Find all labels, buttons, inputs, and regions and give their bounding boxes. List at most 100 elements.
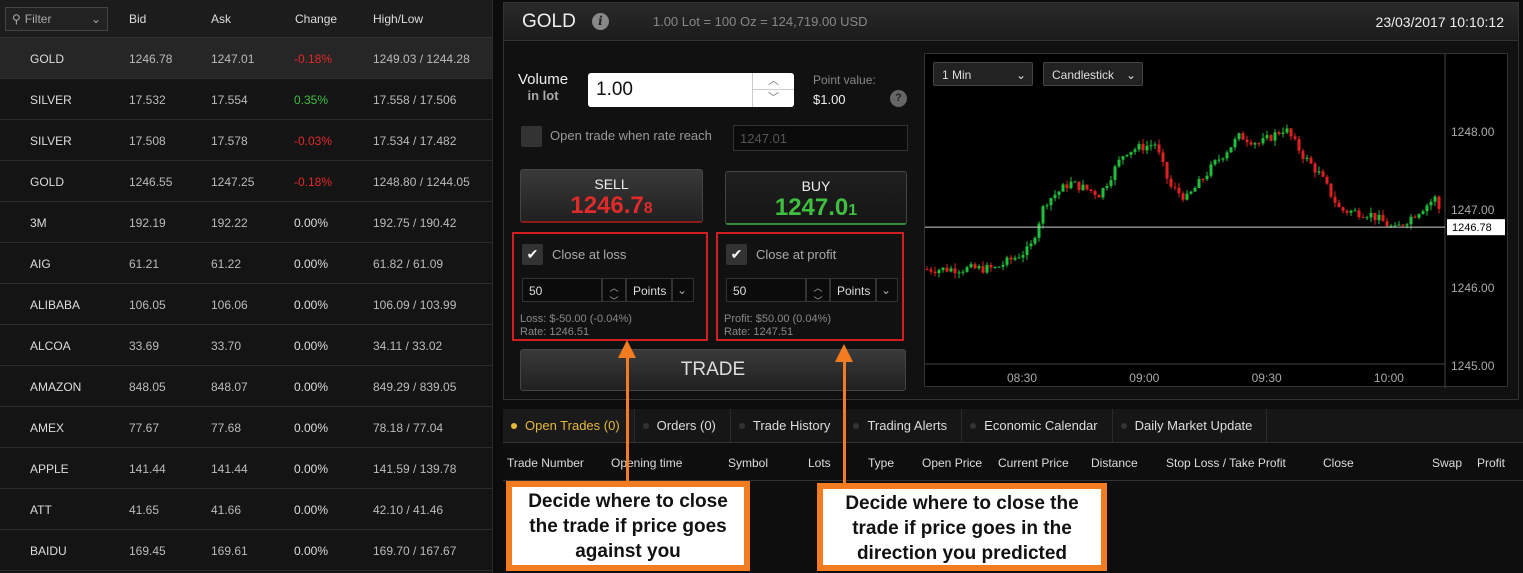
tab-trading-alerts[interactable]: Trading Alerts xyxy=(845,409,963,442)
chevron-down-icon[interactable]: ⌄ xyxy=(672,278,694,302)
watchlist-row[interactable]: 3M 192.19 192.22 0.00% 192.75 / 190.42 xyxy=(0,202,492,243)
candle-up xyxy=(1113,166,1117,181)
watchlist-row[interactable]: GOLD 1246.55 1247.25 -0.18% 1248.80 / 12… xyxy=(0,161,492,202)
help-icon[interactable]: ? xyxy=(890,90,907,107)
tab-open-trades[interactable]: Open Trades (0) xyxy=(503,409,635,442)
col-change[interactable]: Change xyxy=(295,12,337,26)
volume-label: Volume xyxy=(518,71,569,88)
col-header[interactable]: Type xyxy=(868,456,894,470)
profit-unit-select[interactable]: Points xyxy=(830,278,876,302)
watchlist-row[interactable]: AMEX 77.67 77.68 0.00% 78.18 / 77.04 xyxy=(0,407,492,448)
row-change: 0.00% xyxy=(294,462,329,476)
chevron-down-icon[interactable]: ﹀ xyxy=(753,90,794,107)
row-change: 0.00% xyxy=(294,257,329,271)
row-bid: 169.45 xyxy=(129,544,166,558)
buy-button[interactable]: BUY 1247.01 xyxy=(725,171,907,225)
sell-button[interactable]: SELL 1246.78 xyxy=(520,169,703,223)
point-value: $1.00 xyxy=(813,92,846,107)
open-when-rate-input[interactable]: 1247.01 xyxy=(733,125,908,151)
volume-stepper[interactable]: ︿ ﹀ xyxy=(752,73,794,107)
watchlist-row[interactable]: GOLD 1246.78 1247.01 -0.18% 1249.03 / 12… xyxy=(0,38,492,79)
candle-down xyxy=(1077,181,1081,191)
open-when-checkbox[interactable] xyxy=(521,126,542,147)
candle-up xyxy=(1061,184,1065,192)
tab-daily-market-update[interactable]: Daily Market Update xyxy=(1113,409,1268,442)
watchlist-row[interactable]: SILVER 17.508 17.578 -0.03% 17.534 / 17.… xyxy=(0,120,492,161)
candle-up xyxy=(1349,210,1353,213)
col-header[interactable]: Opening time xyxy=(611,456,682,470)
profit-points-input[interactable]: 50 xyxy=(726,278,806,302)
row-ask: 169.61 xyxy=(211,544,248,558)
col-header[interactable]: Current Price xyxy=(998,456,1069,470)
dot-icon xyxy=(853,422,860,429)
loss-points-input[interactable]: 50 xyxy=(522,278,602,302)
tab-label: Trade History xyxy=(752,418,831,433)
candle-up xyxy=(1369,212,1373,218)
close-at-loss-box: ✔ Close at loss 50 ︿ ﹀ Points ⌄ Loss: $-5… xyxy=(512,232,708,341)
watchlist-row[interactable]: AMAZON 848.05 848.07 0.00% 849.29 / 839.… xyxy=(0,366,492,407)
filter-dropdown[interactable]: ⚲ Filter ⌄ xyxy=(5,6,108,31)
open-when-label: Open trade when rate reach xyxy=(550,128,712,143)
profit-stepper[interactable]: ︿ ﹀ xyxy=(806,278,830,306)
dot-icon xyxy=(511,422,517,429)
col-header[interactable]: Profit xyxy=(1477,456,1505,470)
y-tick-label: 1248.00 xyxy=(1451,125,1495,139)
candle-down xyxy=(1245,139,1249,143)
candle-up xyxy=(1153,144,1157,146)
y-tick-label: 1245.00 xyxy=(1451,359,1495,373)
loss-unit-select[interactable]: Points xyxy=(626,278,672,302)
row-change: 0.00% xyxy=(294,544,329,558)
candle-down xyxy=(1357,210,1361,218)
row-symbol: GOLD xyxy=(30,52,65,66)
col-bid[interactable]: Bid xyxy=(129,12,146,26)
watchlist-row[interactable]: ATT 41.65 41.66 0.00% 42.10 / 41.46 xyxy=(0,489,492,530)
chevron-down-icon: ⌄ xyxy=(1125,68,1136,82)
search-icon: ⚲ xyxy=(12,11,21,26)
candle-up xyxy=(1209,164,1213,176)
price-chart[interactable]: 1 Min ⌄ Candlestick ⌄ 1248.00 1247.00 1246.0… xyxy=(924,53,1508,388)
row-ask: 77.68 xyxy=(211,421,242,435)
profit-points-value: 50 xyxy=(733,284,747,298)
watchlist-row[interactable]: BAIDU 169.45 169.61 0.00% 169.70 / 167.6… xyxy=(0,530,492,571)
info-icon[interactable]: i xyxy=(591,13,609,30)
chart-type-select[interactable]: Candlestick ⌄ xyxy=(1043,62,1143,86)
buy-price: 1247.0 xyxy=(774,194,849,221)
loss-stepper[interactable]: ︿ ﹀ xyxy=(602,278,626,306)
tab-trade-history[interactable]: Trade History xyxy=(731,409,846,442)
candle-down xyxy=(1309,157,1313,164)
candle-down xyxy=(933,271,937,274)
chevron-up-icon[interactable]: ︿ xyxy=(753,73,794,90)
row-ask: 1247.25 xyxy=(211,175,255,189)
col-header[interactable]: Trade Number xyxy=(507,456,584,470)
col-header[interactable]: Symbol xyxy=(728,456,768,470)
col-header[interactable]: Lots xyxy=(808,456,831,470)
candle-up xyxy=(1017,257,1021,259)
point-value-label: Point value: xyxy=(813,73,876,87)
watchlist-row[interactable]: AIG 61.21 61.22 0.00% 61.82 / 61.09 xyxy=(0,243,492,284)
col-header[interactable]: Swap xyxy=(1432,456,1462,470)
candle-down xyxy=(1329,183,1333,197)
close-at-loss-checkbox[interactable]: ✔ xyxy=(522,244,543,265)
col-header[interactable]: Distance xyxy=(1091,456,1138,470)
tab-orders[interactable]: Orders (0) xyxy=(635,409,731,442)
timeframe-select[interactable]: 1 Min ⌄ xyxy=(933,62,1033,86)
watchlist-row[interactable]: APPLE 141.44 141.44 0.00% 141.59 / 139.7… xyxy=(0,448,492,489)
close-at-profit-checkbox[interactable]: ✔ xyxy=(726,244,747,265)
volume-input[interactable]: 1.00 ︿ ﹀ xyxy=(588,73,794,107)
tab-economic-calendar[interactable]: Economic Calendar xyxy=(962,409,1113,442)
col-ask[interactable]: Ask xyxy=(211,12,231,26)
col-high-low[interactable]: High/Low xyxy=(373,12,423,26)
row-symbol: 3M xyxy=(30,216,47,230)
chevron-down-icon[interactable]: ⌄ xyxy=(876,278,898,302)
col-header[interactable]: Stop Loss / Take Profit xyxy=(1166,456,1286,470)
watchlist-row[interactable]: ALIBABA 106.05 106.06 0.00% 106.09 / 103… xyxy=(0,284,492,325)
candle-up xyxy=(1125,154,1129,157)
watchlist-row[interactable]: SILVER 17.532 17.554 0.35% 17.558 / 17.5… xyxy=(0,79,492,120)
col-header[interactable]: Open Price xyxy=(922,456,982,470)
sell-label: SELL xyxy=(594,176,629,192)
profit-info: Profit: $50.00 (0.04%) xyxy=(724,313,832,325)
row-high-low: 106.09 / 103.99 xyxy=(373,298,457,312)
col-header[interactable]: Close xyxy=(1323,456,1354,470)
callout-loss: Decide where to close the trade if price… xyxy=(506,481,750,571)
watchlist-row[interactable]: ALCOA 33.69 33.70 0.00% 34.11 / 33.02 xyxy=(0,325,492,366)
